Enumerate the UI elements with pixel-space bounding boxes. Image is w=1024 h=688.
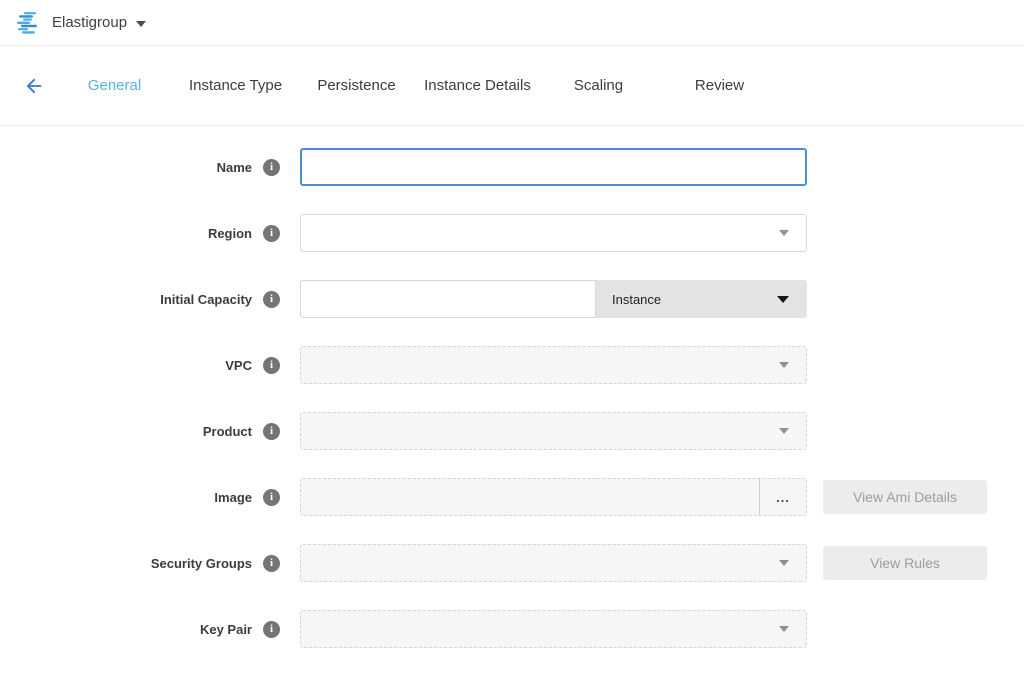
view-rules-button[interactable]: View Rules [823, 546, 987, 580]
ellipsis-icon: ... [776, 490, 790, 505]
image-row: Image i ... View Ami Details [0, 478, 1024, 516]
chevron-down-icon [779, 362, 789, 368]
name-row: Name i [0, 148, 1024, 186]
chevron-down-icon [779, 230, 789, 236]
region-row: Region i [0, 214, 1024, 252]
key-pair-select[interactable] [300, 610, 807, 648]
capacity-unit-value: Instance [612, 292, 661, 307]
info-icon[interactable]: i [263, 225, 280, 242]
chevron-down-icon [136, 21, 146, 27]
brand-name: Elastigroup [52, 14, 127, 31]
tab-instance-type[interactable]: Instance Type [175, 77, 296, 94]
back-button[interactable] [22, 74, 46, 98]
initial-capacity-row: Initial Capacity i Instance [0, 280, 1024, 318]
image-value [301, 479, 760, 515]
chevron-down-icon [779, 560, 789, 566]
info-icon[interactable]: i [263, 555, 280, 572]
name-label: Name [0, 160, 252, 175]
info-icon[interactable]: i [263, 423, 280, 440]
info-icon[interactable]: i [263, 291, 280, 308]
elastigroup-logo-icon [16, 11, 42, 34]
security-groups-row: Security Groups i View Rules [0, 544, 1024, 582]
tab-general[interactable]: General [54, 77, 175, 94]
image-label: Image [0, 490, 252, 505]
image-input[interactable]: ... [300, 478, 807, 516]
general-form: Name i Region i Initial Capacity i Insta… [0, 126, 1024, 648]
product-row: Product i [0, 412, 1024, 450]
browse-image-button[interactable]: ... [760, 479, 806, 515]
initial-capacity-label: Initial Capacity [0, 292, 252, 307]
product-switcher[interactable]: Elastigroup [16, 11, 146, 34]
chevron-down-icon [779, 428, 789, 434]
initial-capacity-input[interactable] [300, 280, 596, 318]
region-label: Region [0, 226, 252, 241]
capacity-unit-select[interactable]: Instance [596, 280, 807, 318]
tab-persistence[interactable]: Persistence [296, 77, 417, 94]
wizard-tab-bar: General Instance Type Persistence Instan… [0, 46, 1024, 126]
vpc-row: VPC i [0, 346, 1024, 384]
tab-list: General Instance Type Persistence Instan… [54, 77, 780, 94]
tab-instance-details[interactable]: Instance Details [417, 77, 538, 94]
info-icon[interactable]: i [263, 159, 280, 176]
product-label: Product [0, 424, 252, 439]
tab-scaling[interactable]: Scaling [538, 77, 659, 94]
view-ami-details-button[interactable]: View Ami Details [823, 480, 987, 514]
info-icon[interactable]: i [263, 621, 280, 638]
chevron-down-icon [779, 626, 789, 632]
security-groups-select[interactable] [300, 544, 807, 582]
chevron-down-icon [777, 296, 789, 303]
name-input[interactable] [300, 148, 807, 186]
topbar: Elastigroup [0, 0, 1024, 46]
key-pair-row: Key Pair i [0, 610, 1024, 648]
product-select[interactable] [300, 412, 807, 450]
info-icon[interactable]: i [263, 489, 280, 506]
vpc-label: VPC [0, 358, 252, 373]
arrow-back-icon [23, 75, 45, 97]
vpc-select[interactable] [300, 346, 807, 384]
region-select[interactable] [300, 214, 807, 252]
info-icon[interactable]: i [263, 357, 280, 374]
security-groups-label: Security Groups [0, 556, 252, 571]
key-pair-label: Key Pair [0, 622, 252, 637]
tab-review[interactable]: Review [659, 77, 780, 94]
